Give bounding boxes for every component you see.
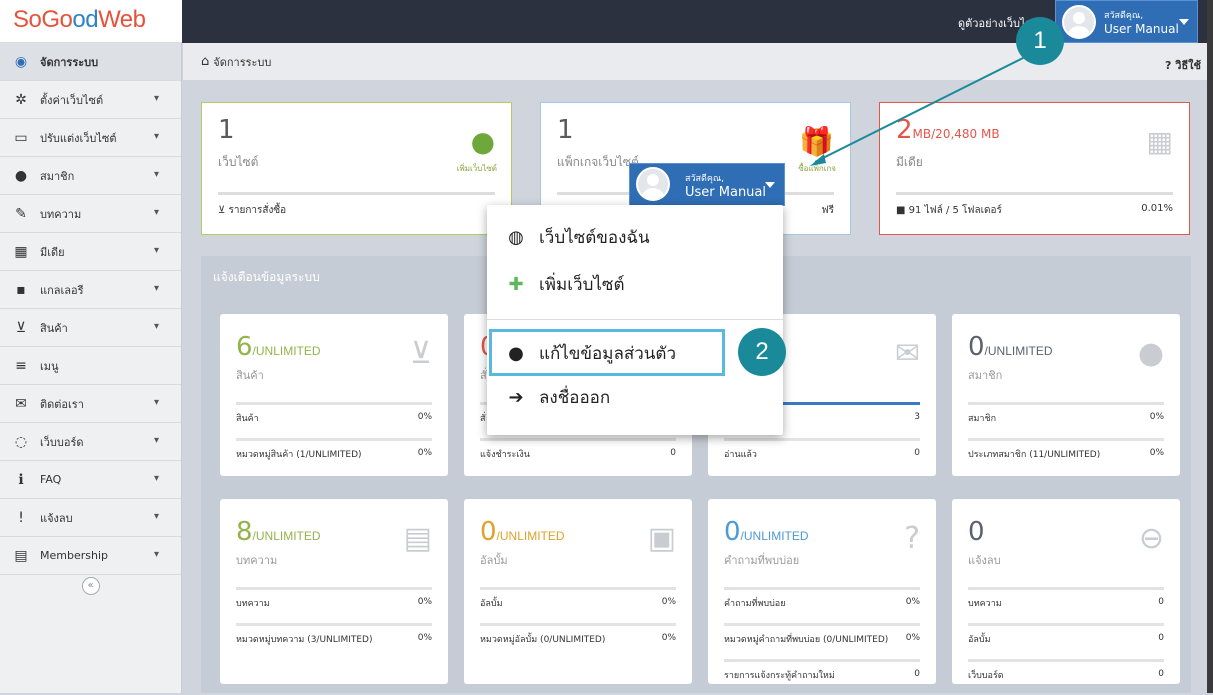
callout-1: 1 bbox=[1016, 17, 1064, 65]
user-greeting: สวัสดีคุณ, bbox=[685, 174, 725, 184]
plus-icon: ✚ bbox=[508, 273, 524, 295]
user-icon: ● bbox=[508, 342, 524, 364]
callout-2: 2 bbox=[738, 328, 786, 376]
avatar bbox=[636, 167, 670, 201]
user-name: User Manual bbox=[685, 185, 767, 200]
menu-item-sign-out[interactable]: ➔ ลงชื่อออก bbox=[503, 382, 610, 412]
menu-item-edit-profile[interactable]: ● แก้ไขข้อมูลส่วนตัว bbox=[503, 338, 676, 368]
chevron-down-icon bbox=[765, 182, 775, 188]
globe-icon: ◍ bbox=[508, 226, 524, 248]
menu-item-add-website[interactable]: ✚ เพิ่มเว็บไซต์ bbox=[503, 269, 624, 299]
user-menu-button-expanded[interactable]: สวัสดีคุณ, User Manual bbox=[629, 163, 785, 206]
user-dropdown-menu: ◍ เว็บไซต์ของฉัน ✚ เพิ่มเว็บไซต์ ● แก้ไขข้อ… bbox=[487, 205, 783, 435]
sign-out-icon: ➔ bbox=[508, 386, 524, 408]
menu-item-my-websites[interactable]: ◍ เว็บไซต์ของฉัน bbox=[503, 222, 649, 252]
menu-divider bbox=[487, 319, 783, 320]
